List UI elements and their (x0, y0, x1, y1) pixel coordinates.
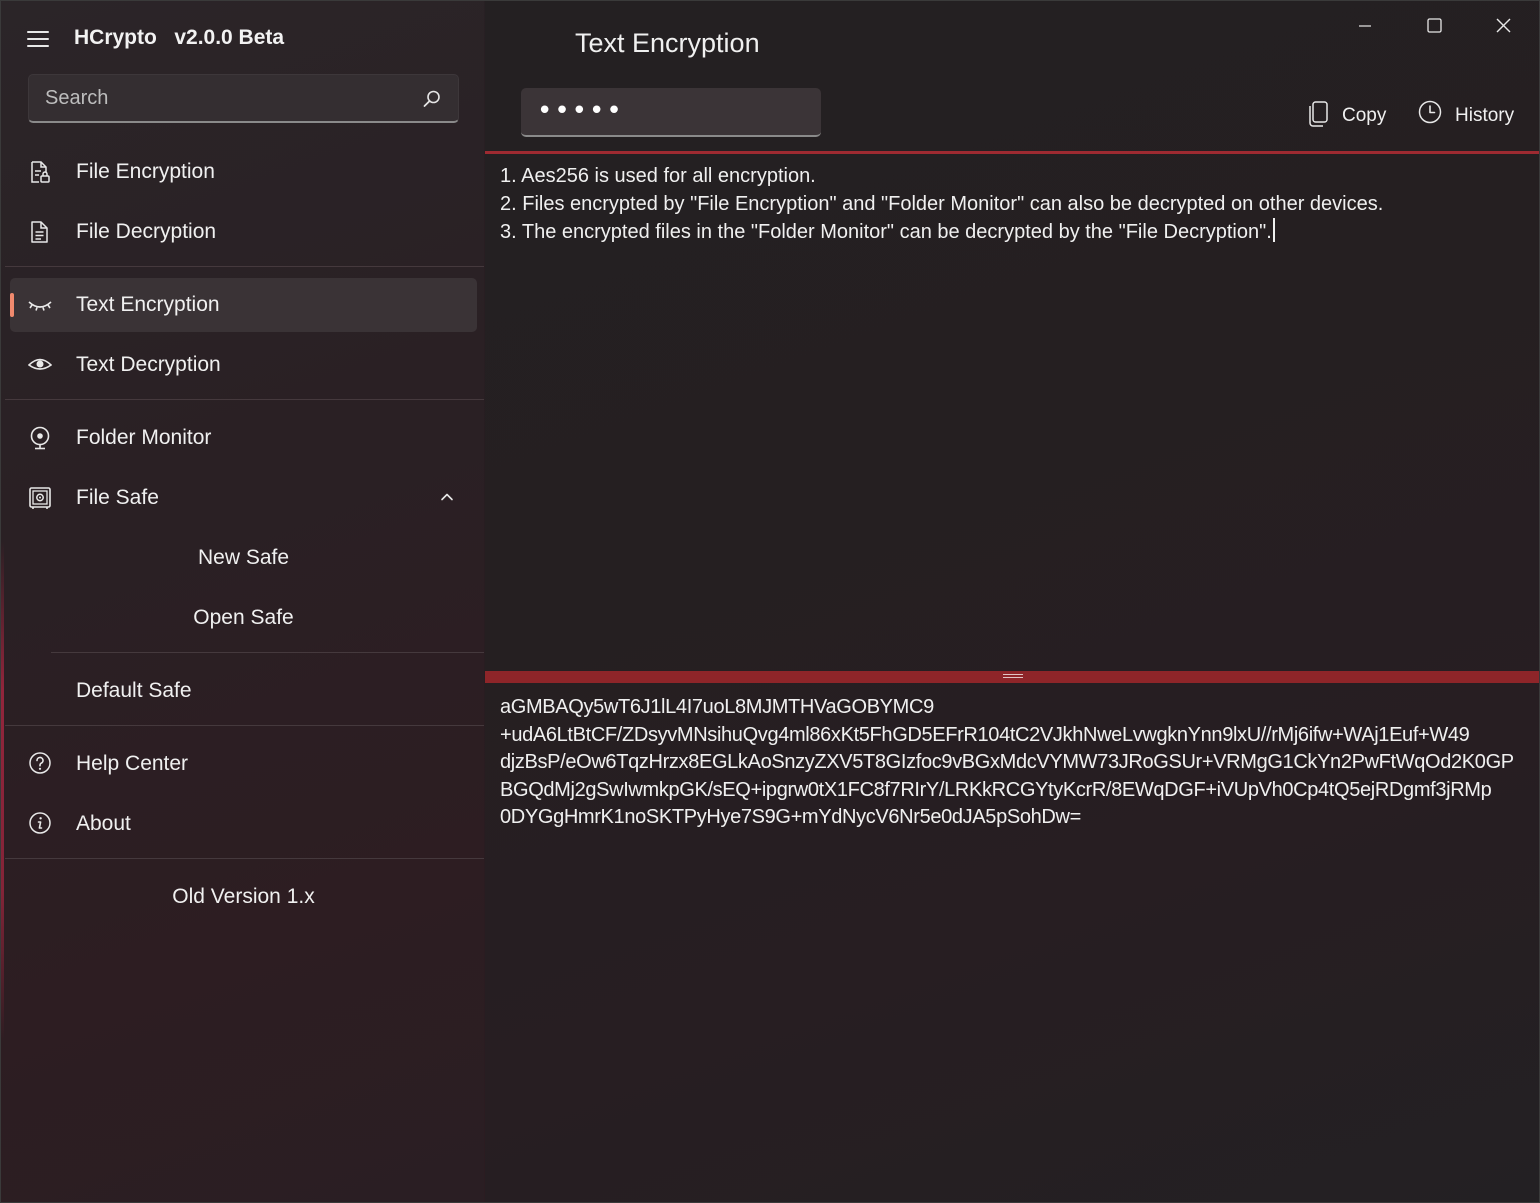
sidebar-item-text-encryption[interactable]: Text Encryption (10, 278, 477, 332)
sidebar-item-label: Help Center (76, 752, 189, 775)
safe-icon (29, 487, 51, 509)
maximize-icon (1427, 18, 1442, 33)
minimize-icon (1359, 25, 1371, 27)
sidebar-item-label: Open Safe (193, 606, 294, 629)
eye-closed-icon (28, 301, 52, 311)
output-line: aGMBAQy5wT6J1lL4I7uoL8MJMTHVaGOBYMC9 (500, 696, 934, 718)
app-window: HCrypto v2.0.0 Beta File Encryption (0, 0, 1540, 1203)
sidebar-item-folder-monitor[interactable]: Folder Monitor (10, 411, 477, 465)
selection-indicator (10, 293, 14, 317)
help-icon (29, 752, 51, 774)
eye-icon (28, 358, 52, 370)
sidebar-item-label: About (76, 812, 131, 835)
text-caret (1272, 218, 1275, 242)
chevron-up-icon[interactable] (439, 489, 455, 505)
sidebar-divider (5, 399, 484, 400)
history-label: History (1455, 105, 1515, 126)
ciphertext-output-area[interactable]: aGMBAQy5wT6J1lL4I7uoL8MJMTHVaGOBYMC9 +ud… (485, 694, 1539, 1174)
webcam-icon (30, 426, 50, 450)
sidebar-item-about[interactable]: About (10, 797, 477, 851)
sidebar-item-label: File Safe (76, 486, 159, 509)
sidebar-item-label: Folder Monitor (76, 426, 212, 449)
info-icon (29, 812, 51, 834)
splitter-grip-icon[interactable] (1003, 674, 1023, 680)
pane-splitter[interactable] (485, 671, 1539, 683)
copy-label: Copy (1342, 105, 1387, 126)
clock-icon (1418, 100, 1442, 124)
sidebar-item-file-encryption[interactable]: File Encryption (10, 145, 477, 199)
sidebar: HCrypto v2.0.0 Beta File Encryption (1, 1, 484, 1202)
hamburger-menu-icon[interactable] (27, 29, 51, 47)
sidebar-divider (5, 266, 484, 267)
sidebar-item-label: New Safe (197, 546, 290, 569)
app-title: HCrypto v2.0.0 Beta (74, 26, 285, 49)
output-line: BGQdMj2gSwIwmkpGK/sEQ+ipgrw0tX1FC8f7RIrY… (500, 778, 1492, 801)
input-pane-top-border (485, 151, 1539, 154)
copy-icon (1309, 101, 1328, 127)
sidebar-item-label: Text Decryption (76, 353, 221, 376)
maximize-button[interactable] (1411, 11, 1457, 41)
sidebar-item-help-center[interactable]: Help Center (10, 737, 477, 791)
sidebar-item-label: File Decryption (76, 220, 217, 243)
sidebar-item-label: Text Encryption (76, 293, 220, 316)
sidebar-divider (51, 652, 484, 653)
close-icon (1496, 18, 1511, 33)
minimize-button[interactable] (1342, 11, 1388, 41)
password-box[interactable] (521, 88, 821, 137)
page-title: Text Encryption (575, 28, 760, 58)
sidebar-item-label: File Encryption (76, 160, 215, 183)
plaintext-input-area[interactable]: 1. Aes256 is used for all encryption. 2.… (485, 163, 1539, 663)
sidebar-item-file-safe[interactable]: File Safe (10, 471, 477, 525)
sidebar-accent-edge (1, 541, 4, 1041)
file-lock-icon (31, 161, 50, 183)
input-line: 2. Files encrypted by "File Encryption" … (500, 192, 1384, 215)
history-button[interactable]: History (1418, 98, 1518, 134)
sidebar-item-open-safe[interactable]: Open Safe (10, 591, 512, 645)
sidebar-item-file-decryption[interactable]: File Decryption (10, 205, 477, 259)
search-icon[interactable] (422, 89, 442, 109)
output-line: 0DYGgHmrK1noSKTPyHye7S9G+mYdNycV6Nr5e0dJ… (500, 806, 1081, 828)
output-line: +udA6LtBtCF/ZDsyvMNsihuQvg4ml86xKt5FhGD5… (500, 723, 1470, 746)
copy-button[interactable]: Copy (1307, 98, 1387, 134)
search-box[interactable] (28, 74, 459, 123)
file-text-icon (31, 221, 48, 243)
output-line: djzBsP/eOw6TqzHrzx8EGLkAoSnzyZXV5T8GIzfo… (500, 751, 1514, 773)
close-button[interactable] (1480, 11, 1526, 41)
password-input[interactable] (521, 88, 821, 134)
sidebar-item-old-version[interactable]: Old Version 1.x (10, 870, 477, 924)
input-line: 1. Aes256 is used for all encryption. (500, 165, 816, 187)
main-content: Text Encryption ••••• Copy History 1. Ae… (485, 1, 1539, 1202)
sidebar-item-label: Default Safe (76, 679, 192, 702)
sidebar-divider (5, 858, 484, 859)
sidebar-divider (5, 725, 484, 726)
sidebar-item-default-safe[interactable]: Default Safe (10, 664, 477, 718)
search-input[interactable] (29, 75, 409, 121)
sidebar-item-new-safe[interactable]: New Safe (10, 531, 512, 585)
sidebar-item-label: Old Version 1.x (172, 885, 315, 908)
input-line-with-caret: 3. The encrypted files in the "Folder Mo… (500, 218, 1529, 247)
input-line: 3. The encrypted files in the "Folder Mo… (500, 221, 1272, 243)
sidebar-item-text-decryption[interactable]: Text Decryption (10, 338, 477, 392)
